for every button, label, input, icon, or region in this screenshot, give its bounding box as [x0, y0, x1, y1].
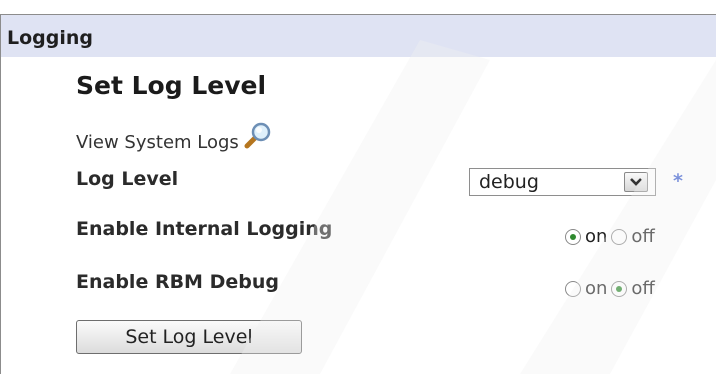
magnifier-icon: [242, 122, 272, 150]
internal-logging-radio-group: on off: [565, 226, 659, 247]
section-title: Set Log Level: [76, 71, 267, 100]
internal-logging-off-label: off: [631, 226, 655, 247]
log-level-select[interactable]: debug: [469, 168, 656, 196]
panel-header: [1, 15, 716, 57]
rbm-debug-off-radio[interactable]: [611, 280, 628, 297]
rbm-debug-radio-group: on off: [565, 278, 659, 299]
view-system-logs-link[interactable]: View System Logs: [76, 122, 272, 156]
rbm-debug-on-radio[interactable]: [565, 280, 581, 297]
internal-logging-off-radio[interactable]: [611, 228, 628, 245]
rbm-debug-label: Enable RBM Debug: [76, 271, 279, 293]
required-asterisk: *: [673, 170, 683, 192]
set-log-level-button[interactable]: Set Log Level: [76, 320, 302, 354]
rbm-debug-on-label: on: [585, 278, 608, 299]
log-level-value: debug: [479, 171, 539, 193]
internal-logging-label: Enable Internal Logging: [76, 218, 333, 240]
panel-border-left: [0, 14, 1, 374]
dropdown-button[interactable]: [624, 172, 648, 192]
log-level-label: Log Level: [76, 168, 179, 190]
chevron-down-icon: [630, 178, 642, 186]
internal-logging-on-label: on: [585, 226, 608, 247]
rbm-debug-off-label: off: [631, 278, 655, 299]
panel-title: Logging: [7, 27, 94, 49]
internal-logging-on-radio[interactable]: [565, 228, 581, 245]
view-system-logs-label: View System Logs: [76, 131, 239, 153]
